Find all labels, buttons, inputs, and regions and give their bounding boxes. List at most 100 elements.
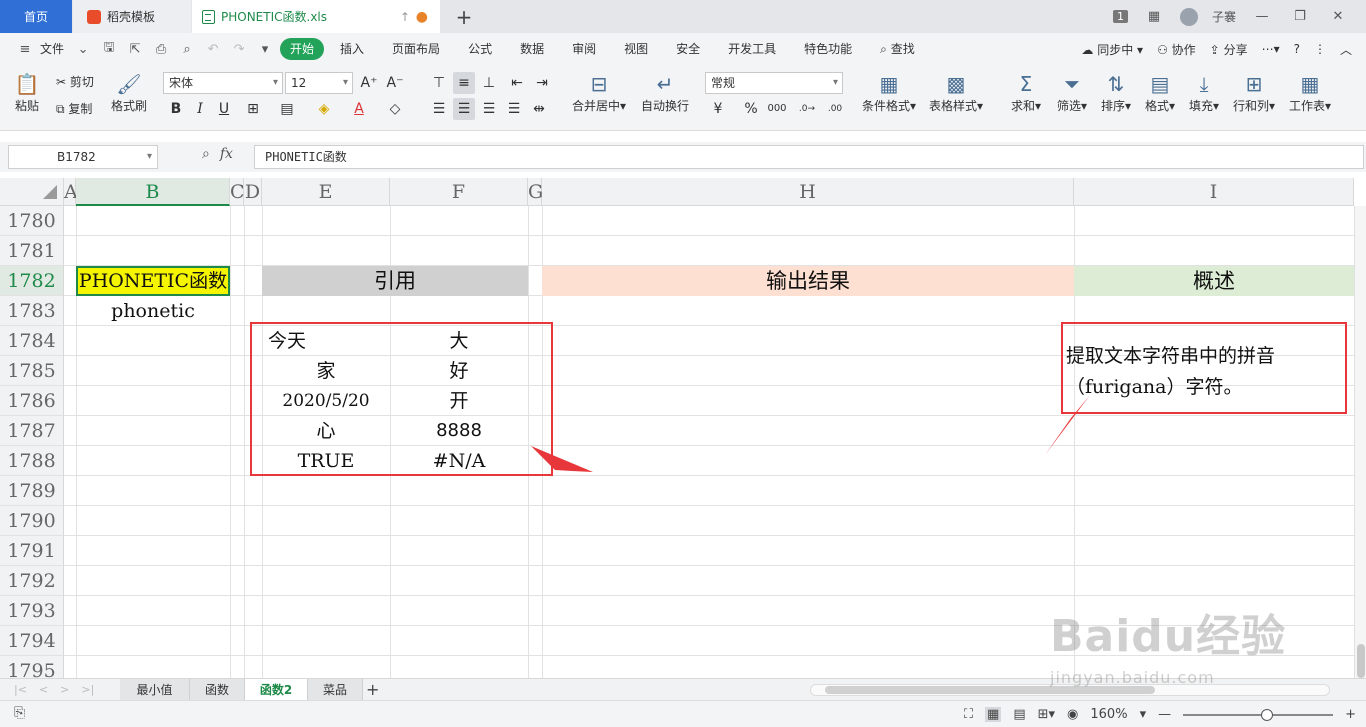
help-icon[interactable]: ? (1294, 42, 1300, 56)
sort-button[interactable]: ⇅ 排序▾ (1098, 71, 1134, 114)
sync-button[interactable]: ☁ 同步中 ▾ (1081, 41, 1143, 58)
name-box[interactable]: B1782 (8, 145, 158, 169)
unsaved-dot-icon[interactable]: ● (416, 9, 428, 25)
export-icon[interactable]: ⇱ (124, 42, 146, 57)
sum-button[interactable]: Σ 求和▾ (1008, 71, 1044, 114)
zoom-slider-knob[interactable] (1261, 708, 1274, 721)
sheet-tab-dishes[interactable]: 菜品 (308, 679, 363, 701)
fx-icon[interactable]: fx (220, 146, 233, 162)
worksheet-button[interactable]: ▦ 工作表▾ (1286, 71, 1334, 114)
column-header-b[interactable]: B (76, 178, 230, 206)
tab-home[interactable]: 首页 (0, 0, 72, 33)
row-header[interactable]: 1783 (0, 296, 64, 326)
minimize-icon[interactable]: — (1250, 9, 1274, 24)
align-left-icon[interactable]: ☰ (428, 98, 450, 120)
collapse-ribbon-icon[interactable]: ︿ (1340, 41, 1352, 58)
zoom-out-icon[interactable]: — (1158, 707, 1171, 722)
merge-center-button[interactable]: ⊟ 合并居中▾ (568, 71, 630, 114)
cell-h1782[interactable]: 输出结果 (542, 266, 1074, 296)
align-right-icon[interactable]: ☰ (478, 98, 500, 120)
menu-review[interactable]: 审阅 (560, 38, 608, 60)
decrease-decimal-icon[interactable]: .00 (824, 98, 846, 120)
menu-insert[interactable]: 插入 (328, 38, 376, 60)
cell-b1783[interactable]: phonetic (76, 296, 230, 326)
eye-protection-icon[interactable]: ◉ (1067, 707, 1078, 722)
sheet-tab-functions[interactable]: 函数 (190, 679, 245, 701)
align-top-icon[interactable]: ⊤ (428, 72, 450, 94)
page-layout-view-icon[interactable]: ▤ (1013, 707, 1025, 722)
shrink-font-icon[interactable]: A⁻ (384, 72, 406, 94)
close-icon[interactable]: ✕ (1326, 9, 1350, 24)
more-options-icon[interactable]: ⋮ (1314, 42, 1326, 56)
grow-font-icon[interactable]: A⁺ (358, 72, 380, 94)
upload-arrow-icon[interactable]: ↑ (400, 10, 410, 24)
font-name-select[interactable]: 宋体 (163, 72, 283, 94)
redo-icon[interactable]: ↷ (228, 42, 250, 57)
zoom-level[interactable]: 160% (1090, 707, 1127, 722)
next-sheet-icon[interactable]: > (60, 679, 69, 701)
font-size-select[interactable]: 12 (285, 72, 353, 94)
format-painter-button[interactable]: 🖌 格式刷 (108, 71, 150, 114)
justify-icon[interactable]: ☰ (503, 98, 525, 120)
tab-current-file[interactable]: PHONETIC函数.xls ↑ ● (192, 0, 440, 33)
column-header-i[interactable]: I (1074, 178, 1354, 206)
column-header-d[interactable]: D (244, 178, 262, 206)
vertical-scrollbar[interactable] (1354, 206, 1366, 678)
chevron-down-icon[interactable]: ⌄ (72, 42, 94, 57)
column-header-c[interactable]: C (230, 178, 245, 206)
tab-template[interactable]: 稻壳模板 (73, 0, 191, 33)
column-header-g[interactable]: G (528, 178, 543, 206)
normal-view-icon[interactable]: ▦ (985, 707, 1002, 722)
row-header[interactable]: 1788 (0, 446, 64, 476)
number-format-select[interactable]: 常规 (705, 72, 843, 94)
align-middle-icon[interactable]: ≡ (453, 72, 475, 94)
window-count-badge[interactable]: 1 (1112, 10, 1128, 23)
zoom-in-icon[interactable]: + (1345, 707, 1356, 722)
avatar[interactable] (1179, 7, 1198, 26)
row-column-button[interactable]: ⊞ 行和列▾ (1230, 71, 1278, 114)
distributed-align-icon[interactable]: ⇹ (528, 98, 550, 120)
format-button[interactable]: ▤ 格式▾ (1142, 71, 1178, 114)
zoom-formula-icon[interactable]: ⌕ (202, 146, 210, 162)
hamburger-menu-icon[interactable]: ≡ (14, 42, 36, 57)
menu-security[interactable]: 安全 (664, 38, 712, 60)
menu-file[interactable]: 文件 (40, 38, 68, 60)
row-header[interactable]: 1792 (0, 566, 64, 596)
page-break-view-icon[interactable]: ⊞▾ (1038, 707, 1055, 722)
menu-developer[interactable]: 开发工具 (716, 38, 788, 60)
cell-style-icon[interactable]: ▤ (276, 98, 298, 120)
paste-button[interactable]: 📋 粘贴 (10, 71, 44, 114)
row-header[interactable]: 1793 (0, 596, 64, 626)
row-header[interactable]: 1791 (0, 536, 64, 566)
clear-format-icon[interactable]: ◇ (384, 98, 406, 120)
customize-quick-access-icon[interactable]: ▾ (254, 42, 276, 57)
save-icon[interactable]: 🖫 (98, 38, 120, 60)
select-all-corner[interactable] (0, 178, 64, 206)
row-header[interactable]: 1787 (0, 416, 64, 446)
menu-page-layout[interactable]: 页面布局 (380, 38, 452, 60)
bold-icon[interactable]: B (165, 98, 187, 120)
row-header-selected[interactable]: 1782 (0, 266, 64, 296)
zoom-slider[interactable] (1183, 708, 1334, 721)
fill-color-icon[interactable]: ◈ (313, 98, 335, 120)
print-icon[interactable]: ⎙ (150, 42, 172, 57)
more-tools-icon[interactable]: ⋯▾ (1262, 42, 1280, 56)
thousands-separator-icon[interactable]: 000 (766, 98, 788, 120)
sheet-tab-min[interactable]: 最小值 (120, 679, 190, 701)
zoom-dropdown-icon[interactable]: ▾ (1140, 707, 1147, 722)
row-header[interactable]: 1786 (0, 386, 64, 416)
column-header-a[interactable]: A (64, 178, 78, 206)
print-preview-icon[interactable]: ⌕ (176, 42, 198, 57)
cell-b1782-selected[interactable]: PHONETIC函数 (76, 266, 230, 296)
column-header-h[interactable]: H (542, 178, 1074, 206)
filter-button[interactable]: ⏷ 筛选▾ (1054, 71, 1090, 114)
copy-button[interactable]: ⧉ 复制 (56, 100, 92, 117)
first-sheet-icon[interactable]: |< (14, 679, 27, 701)
layout-grid-icon[interactable]: ▦ (1142, 9, 1166, 24)
fullscreen-icon[interactable]: ⛶ (964, 707, 973, 722)
table-style-button[interactable]: ▩ 表格样式▾ (926, 71, 986, 114)
menu-view[interactable]: 视图 (612, 38, 660, 60)
underline-icon[interactable]: U (213, 98, 235, 120)
menu-special-features[interactable]: 特色功能 (792, 38, 864, 60)
new-tab-button[interactable]: + (452, 0, 476, 33)
